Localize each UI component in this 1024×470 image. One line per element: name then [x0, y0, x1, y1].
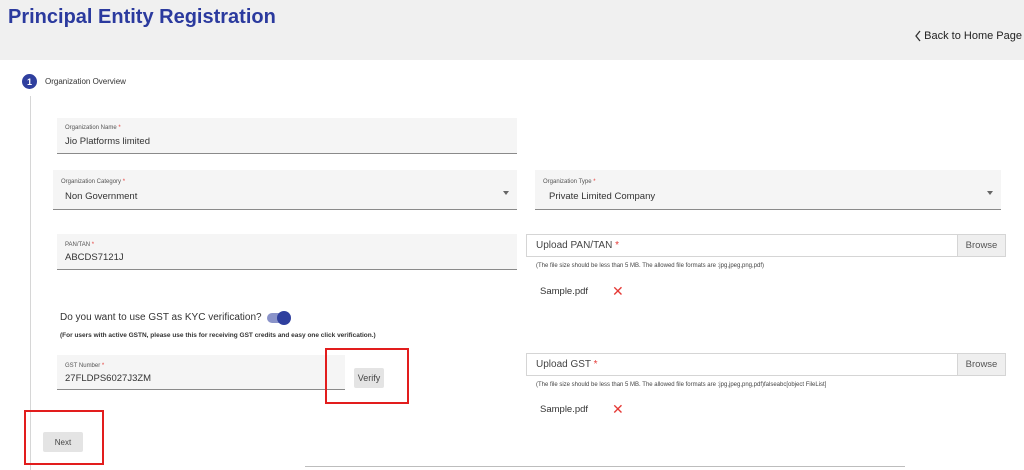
highlight-verify-box	[325, 348, 409, 404]
step-number-badge: 1	[22, 74, 37, 89]
highlight-next-box	[24, 410, 104, 465]
browse-gst-button[interactable]: Browse	[957, 354, 1005, 375]
gst-kyc-note: (For users with active GSTN, please use …	[60, 332, 376, 339]
organization-type-value: Private Limited Company	[549, 191, 656, 202]
step-label: Organization Overview	[45, 77, 126, 86]
back-link-label: Back to Home Page	[924, 30, 1022, 42]
page-title: Principal Entity Registration	[8, 6, 276, 28]
gst-file-name: Sample.pdf	[540, 404, 589, 415]
gst-number-label: GST Number	[65, 363, 101, 369]
required-mark: *	[101, 363, 105, 369]
chevron-left-icon	[915, 30, 921, 42]
organization-category-select[interactable]: Organization Category * Non Government	[53, 170, 517, 210]
pan-tan-value: ABCDS7121J	[65, 252, 124, 263]
gst-number-field[interactable]: GST Number * 27FLDPS6027J3ZM	[57, 355, 345, 390]
required-mark: *	[91, 242, 95, 248]
required-mark: *	[615, 240, 620, 251]
required-mark: *	[593, 179, 596, 185]
upload-pan-tan-hint: (The file size should be less than 5 MB.…	[536, 263, 765, 269]
remove-gst-file-icon[interactable]: ✕	[612, 402, 624, 416]
pan-tan-field[interactable]: PAN/TAN * ABCDS7121J	[57, 234, 517, 270]
chevron-down-icon	[503, 191, 509, 195]
gst-kyc-toggle[interactable]	[267, 311, 291, 325]
upload-pan-tan-input[interactable]: Upload PAN/TAN * Browse	[526, 234, 1006, 257]
gst-kyc-question: Do you want to use GST as KYC verificati…	[60, 312, 262, 323]
back-to-home-link[interactable]: Back to Home Page	[914, 30, 1022, 42]
organization-category-value: Non Government	[65, 191, 138, 202]
upload-gst-input[interactable]: Upload GST * Browse	[526, 353, 1006, 376]
organization-name-field[interactable]: Organization Name * Jio Platforms limite…	[57, 118, 517, 154]
organization-name-label: Organization Name	[65, 125, 117, 131]
upload-pan-tan-label: Upload PAN/TAN	[536, 240, 613, 251]
upload-gst-label: Upload GST	[536, 359, 591, 370]
organization-type-select[interactable]: Organization Type * Private Limited Comp…	[535, 170, 1001, 210]
page-header: Principal Entity Registration Back to Ho…	[0, 0, 1024, 60]
pan-tan-file-name: Sample.pdf	[540, 286, 589, 297]
upload-gst-hint: (The file size should be less than 5 MB.…	[536, 382, 827, 388]
gst-number-value: 27FLDPS6027J3ZM	[65, 373, 152, 384]
toggle-knob	[277, 311, 291, 325]
chevron-down-icon	[987, 191, 993, 195]
browse-pan-tan-button[interactable]: Browse	[957, 235, 1005, 256]
pan-tan-label: PAN/TAN	[65, 242, 91, 248]
organization-category-label: Organization Category	[61, 179, 122, 185]
bottom-divider	[305, 466, 905, 467]
required-mark: *	[118, 125, 121, 131]
remove-pan-file-icon[interactable]: ✕	[612, 284, 624, 298]
organization-name-value: Jio Platforms limited	[65, 136, 150, 147]
required-mark: *	[593, 359, 598, 370]
organization-type-label: Organization Type	[543, 179, 592, 185]
required-mark: *	[122, 179, 126, 185]
